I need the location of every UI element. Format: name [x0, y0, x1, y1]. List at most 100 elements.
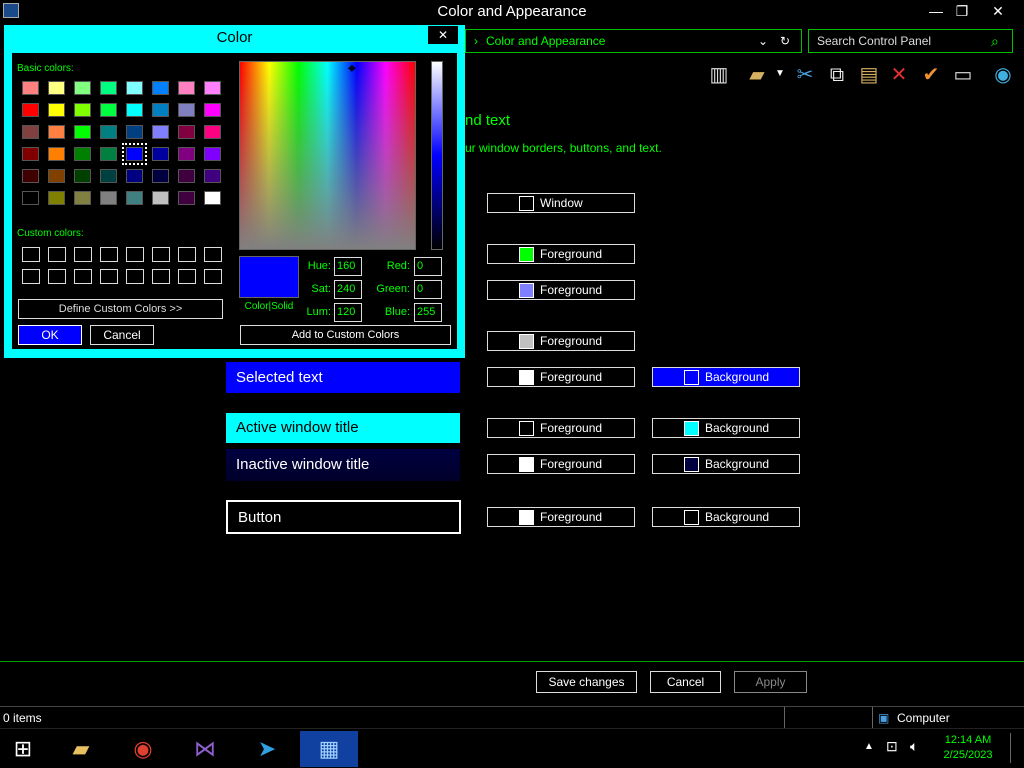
control-panel-taskbar-icon[interactable]: ▦ — [300, 731, 358, 767]
red-field[interactable]: 0 — [414, 257, 442, 276]
custom-color-slot[interactable] — [22, 247, 40, 262]
basic-color-swatch[interactable] — [152, 103, 169, 117]
basic-color-swatch[interactable] — [48, 147, 65, 161]
address-bar[interactable]: › Color and Appearance ⌄ ↻ — [465, 29, 802, 53]
basic-color-swatch[interactable] — [178, 81, 195, 95]
basic-color-swatch[interactable] — [122, 143, 147, 165]
save-changes-button[interactable]: Save changes — [536, 671, 637, 693]
folder-options-icon[interactable]: ▰ — [744, 62, 770, 88]
custom-color-slot[interactable] — [74, 269, 92, 284]
file-explorer-icon[interactable]: ▰ — [62, 731, 100, 767]
active-background-button[interactable]: Background — [652, 418, 800, 438]
basic-color-swatch[interactable] — [178, 103, 195, 117]
basic-color-swatch[interactable] — [204, 169, 221, 183]
basic-color-swatch[interactable] — [204, 81, 221, 95]
dialog-cancel-button[interactable]: Cancel — [90, 325, 154, 345]
checkmark-icon[interactable]: ✔ — [918, 62, 944, 88]
foreground-button-1[interactable]: Foreground — [487, 244, 635, 264]
selected-foreground-button[interactable]: Foreground — [487, 367, 635, 387]
basic-color-swatch[interactable] — [204, 191, 221, 205]
basic-color-swatch[interactable] — [100, 191, 117, 205]
basic-color-swatch[interactable] — [74, 125, 91, 139]
basic-color-swatch[interactable] — [152, 81, 169, 95]
color-spectrum[interactable]: ⌖ — [239, 61, 416, 250]
basic-color-swatch[interactable] — [74, 103, 91, 117]
selected-background-button[interactable]: Background — [652, 367, 800, 387]
custom-color-slot[interactable] — [204, 247, 222, 262]
delete-icon[interactable]: ✕ — [886, 62, 912, 88]
custom-color-slot[interactable] — [126, 247, 144, 262]
cut-icon[interactable]: ✂ — [792, 62, 818, 88]
footer-cancel-button[interactable]: Cancel — [650, 671, 721, 693]
define-custom-colors-button[interactable]: Define Custom Colors >> — [18, 299, 223, 319]
basic-color-swatch[interactable] — [74, 147, 91, 161]
selected-text-preview[interactable]: Selected text — [226, 362, 460, 393]
basic-color-swatch[interactable] — [126, 125, 143, 139]
basic-color-swatch[interactable] — [74, 81, 91, 95]
window-color-button[interactable]: Window — [487, 193, 635, 213]
active-title-preview[interactable]: Active window title — [226, 413, 460, 443]
button-foreground-button[interactable]: Foreground — [487, 507, 635, 527]
custom-color-slot[interactable] — [178, 269, 196, 284]
visual-studio-icon[interactable]: ⋈ — [186, 731, 224, 767]
custom-color-slot[interactable] — [152, 269, 170, 284]
refresh-icon[interactable]: ↻ — [780, 30, 790, 52]
custom-color-slot[interactable] — [152, 247, 170, 262]
custom-color-slot[interactable] — [74, 247, 92, 262]
basic-color-swatch[interactable] — [100, 81, 117, 95]
add-to-custom-colors-button[interactable]: Add to Custom Colors — [240, 325, 451, 345]
basic-color-swatch[interactable] — [22, 169, 39, 183]
basic-color-swatch[interactable] — [48, 191, 65, 205]
basic-color-swatch[interactable] — [48, 125, 65, 139]
inactive-title-preview[interactable]: Inactive window title — [226, 449, 460, 481]
custom-color-slot[interactable] — [22, 269, 40, 284]
basic-color-swatch[interactable] — [204, 125, 221, 139]
basic-color-swatch[interactable] — [178, 125, 195, 139]
volume-icon[interactable]: 🔈︎ — [910, 738, 918, 755]
custom-color-slot[interactable] — [48, 269, 66, 284]
button-background-button[interactable]: Background — [652, 507, 800, 527]
custom-color-slot[interactable] — [126, 269, 144, 284]
basic-color-swatch[interactable] — [48, 81, 65, 95]
basic-color-swatch[interactable] — [126, 191, 143, 205]
layout-icon[interactable]: ▥ — [706, 62, 732, 88]
basic-color-swatch[interactable] — [48, 169, 65, 183]
basic-color-swatch[interactable] — [126, 103, 143, 117]
foreground-button-2[interactable]: Foreground — [487, 280, 635, 300]
inactive-foreground-button[interactable]: Foreground — [487, 454, 635, 474]
clock[interactable]: 12:14 AM 2/25/2023 — [937, 733, 999, 763]
custom-color-slot[interactable] — [204, 269, 222, 284]
basic-color-swatch[interactable] — [22, 147, 39, 161]
basic-color-swatch[interactable] — [178, 191, 195, 205]
show-hidden-icons[interactable]: ▲ — [864, 741, 874, 752]
ok-button[interactable]: OK — [18, 325, 82, 345]
basic-color-swatch[interactable] — [22, 125, 39, 139]
button-preview[interactable]: Button — [226, 500, 461, 534]
lum-field[interactable]: 120 — [334, 303, 362, 322]
basic-color-swatch[interactable] — [22, 81, 39, 95]
custom-color-slot[interactable] — [48, 247, 66, 262]
luminance-slider[interactable] — [431, 61, 443, 250]
basic-color-swatch[interactable] — [126, 169, 143, 183]
properties-icon[interactable]: ▭ — [950, 62, 976, 88]
custom-color-slot[interactable] — [100, 269, 118, 284]
active-foreground-button[interactable]: Foreground — [487, 418, 635, 438]
basic-color-swatch[interactable] — [100, 125, 117, 139]
sat-field[interactable]: 240 — [334, 280, 362, 299]
basic-color-swatch[interactable] — [152, 191, 169, 205]
basic-color-swatch[interactable] — [204, 103, 221, 117]
basic-color-swatch[interactable] — [204, 147, 221, 161]
chevron-down-icon[interactable]: ⌄ — [758, 30, 768, 52]
close-button[interactable]: ✕ — [982, 0, 1014, 22]
basic-color-swatch[interactable] — [178, 169, 195, 183]
basic-color-swatch[interactable] — [22, 191, 39, 205]
network-icon[interactable]: ⊡ — [886, 738, 898, 755]
dropdown-arrow-icon[interactable]: ▼ — [775, 68, 785, 79]
basic-color-swatch[interactable] — [74, 169, 91, 183]
dialog-close-button[interactable]: ✕ — [428, 26, 458, 44]
custom-color-slot[interactable] — [178, 247, 196, 262]
basic-color-swatch[interactable] — [74, 191, 91, 205]
show-desktop-button[interactable] — [1010, 733, 1011, 763]
app-icon[interactable]: ➤ — [248, 731, 286, 767]
basic-color-swatch[interactable] — [100, 103, 117, 117]
